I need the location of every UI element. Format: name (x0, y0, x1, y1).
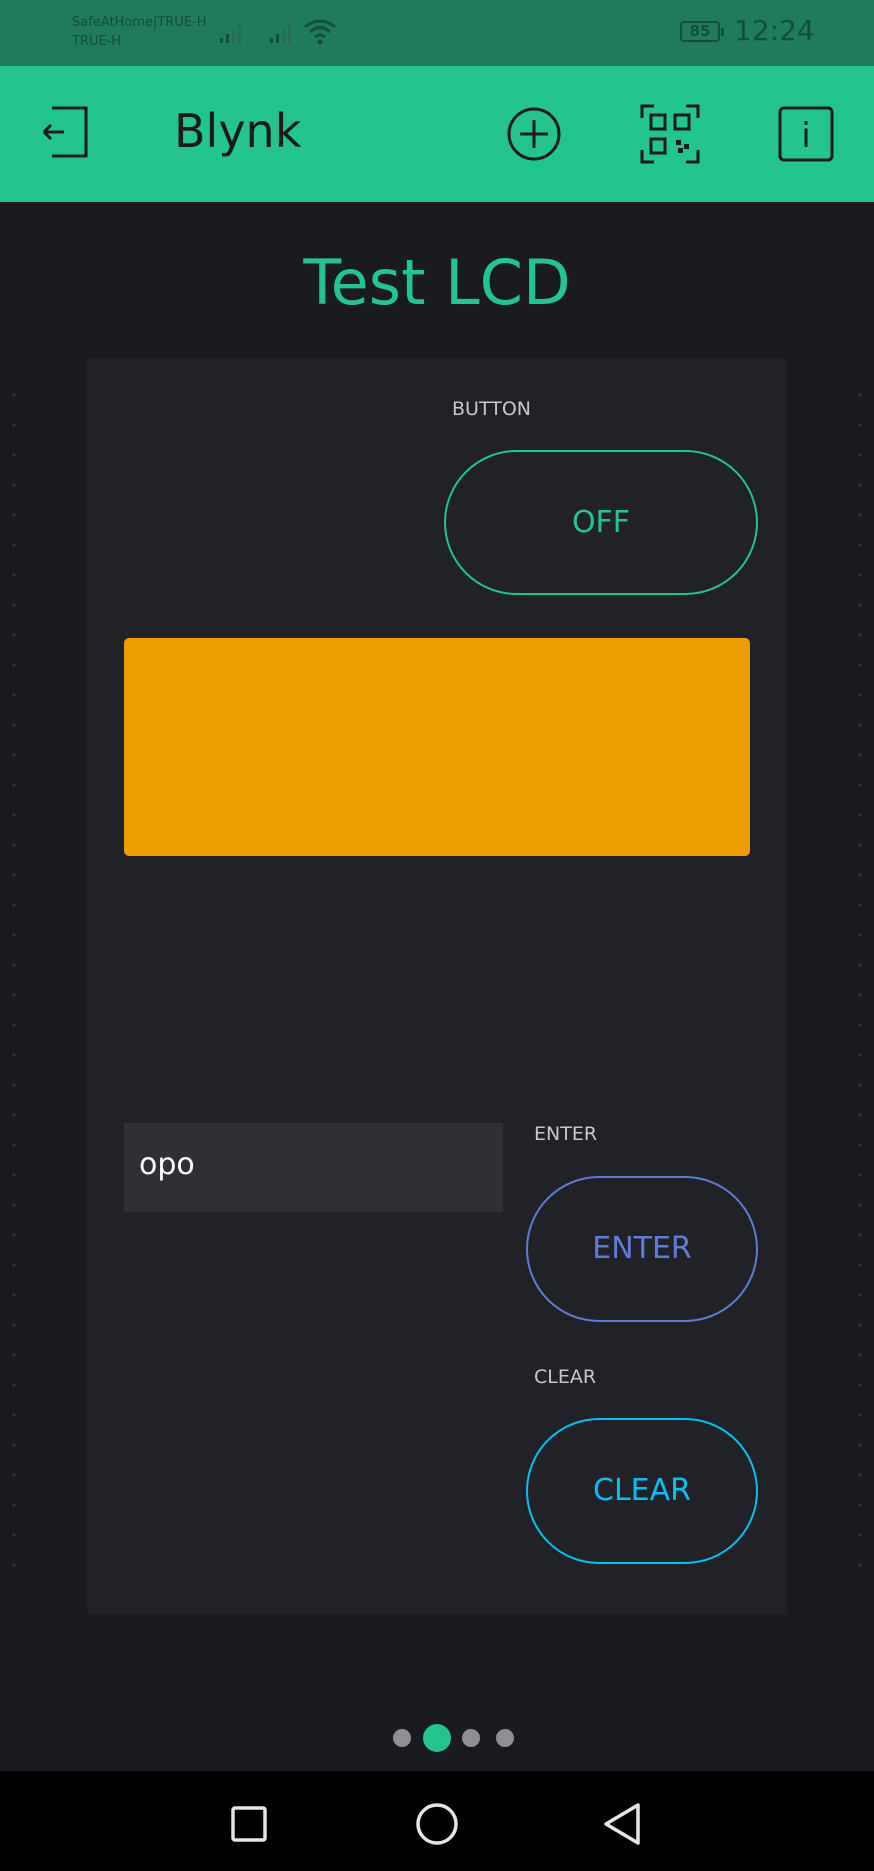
signal-icon (220, 23, 241, 43)
signal-icon (270, 23, 291, 43)
power-button[interactable]: OFF (444, 450, 758, 595)
svg-text:i: i (801, 116, 810, 156)
page-dot[interactable] (496, 1729, 514, 1747)
system-nav-bar (0, 1771, 874, 1871)
text-input-value: opo (139, 1147, 195, 1182)
info-icon[interactable]: i (778, 106, 834, 162)
enter-widget-label: ENTER (534, 1123, 598, 1145)
canvas-grid-right (846, 380, 874, 1590)
canvas-grid-left (0, 380, 28, 1590)
add-icon[interactable] (506, 106, 562, 162)
text-input[interactable]: opo (124, 1123, 503, 1212)
status-bar: SafeAtHome|TRUE-H TRUE-H 85 12:24 (0, 0, 874, 66)
page-dot-active[interactable] (423, 1724, 451, 1752)
page-indicator (0, 1724, 874, 1752)
button-widget-label: BUTTON (452, 398, 531, 420)
recents-icon[interactable] (230, 1805, 268, 1843)
app-title: Blynk (174, 104, 302, 158)
battery-icon: 85 (680, 21, 724, 42)
logout-icon[interactable] (40, 104, 92, 160)
page-dot[interactable] (393, 1729, 411, 1747)
clear-widget-label: CLEAR (534, 1366, 597, 1388)
carrier-info: SafeAtHome|TRUE-H TRUE-H (72, 13, 207, 51)
page-dot[interactable] (462, 1729, 480, 1747)
lcd-display (124, 638, 750, 856)
wifi-icon (304, 19, 336, 45)
home-icon[interactable] (414, 1801, 460, 1847)
clear-button[interactable]: CLEAR (526, 1418, 758, 1564)
app-bar: Blynk i (0, 66, 874, 202)
qr-scan-icon[interactable] (640, 104, 700, 164)
battery-level: 85 (689, 22, 711, 40)
carrier-line-1: SafeAtHome|TRUE-H (72, 15, 207, 30)
enter-button[interactable]: ENTER (526, 1176, 758, 1322)
clock: 12:24 (734, 14, 815, 47)
carrier-line-2: TRUE-H (72, 34, 122, 49)
project-title: Test LCD (303, 246, 571, 319)
back-icon[interactable] (600, 1801, 642, 1847)
